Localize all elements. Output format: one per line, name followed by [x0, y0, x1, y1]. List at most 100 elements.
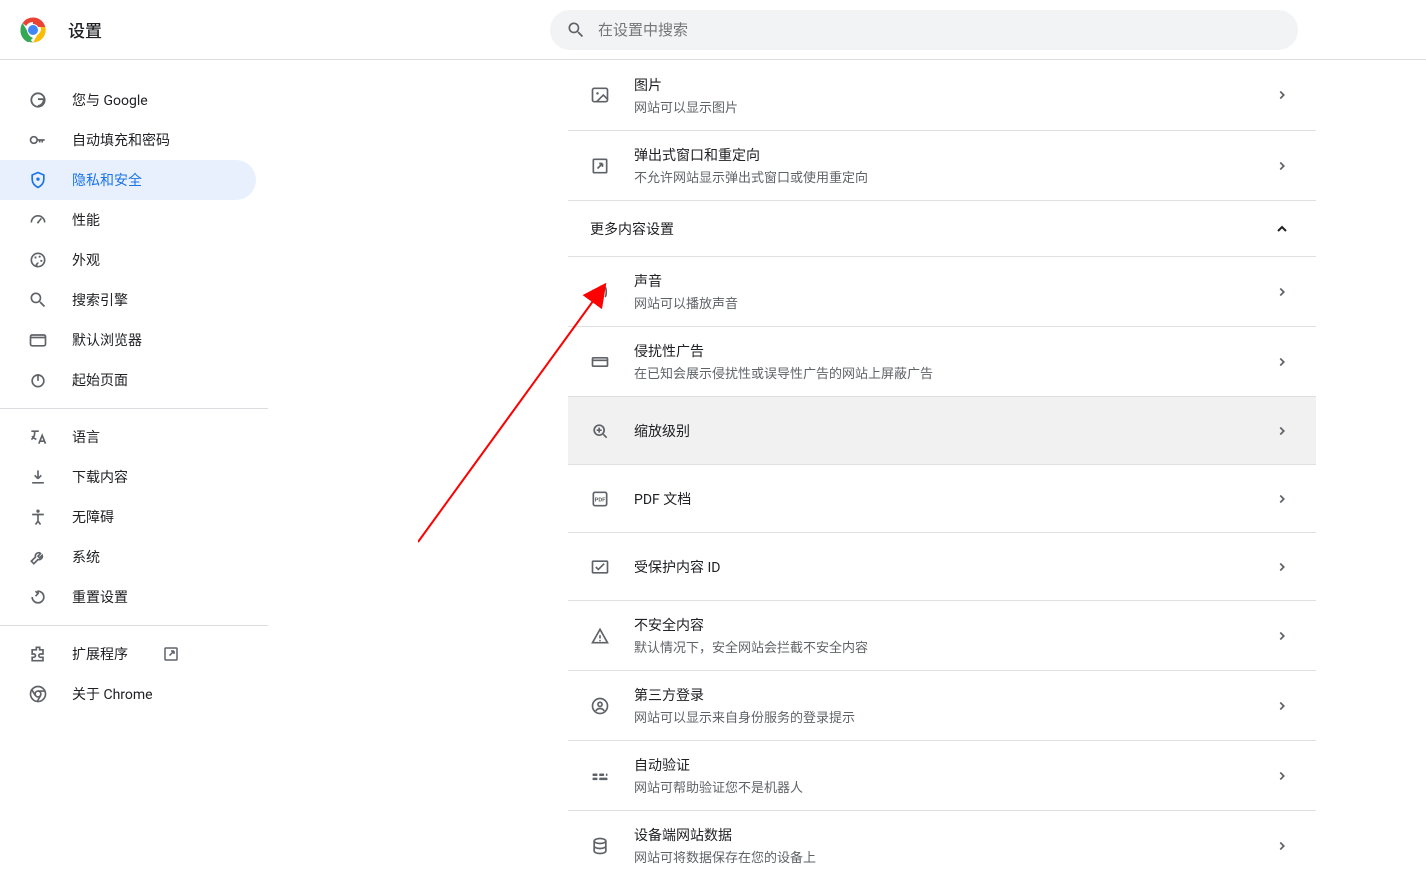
auto-verify-icon — [590, 766, 610, 786]
setting-row-protected-content[interactable]: 受保护内容 ID — [568, 532, 1316, 600]
power-icon — [28, 370, 48, 390]
sidebar-item-label: 重置设置 — [72, 587, 128, 607]
sidebar-item-reset[interactable]: 重置设置 — [0, 577, 256, 617]
sidebar-item-downloads[interactable]: 下载内容 — [0, 457, 256, 497]
setting-row-auto-verify[interactable]: 自动验证 网站可帮助验证您不是机器人 — [568, 740, 1316, 810]
chevron-right-icon — [1272, 421, 1292, 441]
sidebar-item-label: 您与 Google — [72, 90, 148, 110]
sidebar-item-performance[interactable]: 性能 — [0, 200, 256, 240]
row-title: 受保护内容 ID — [634, 557, 1248, 577]
sidebar-item-appearance[interactable]: 外观 — [0, 240, 256, 280]
warning-icon — [590, 626, 610, 646]
shield-icon — [28, 170, 48, 190]
palette-icon — [28, 250, 48, 270]
search-icon — [28, 290, 48, 310]
chevron-right-icon — [1272, 766, 1292, 786]
row-text: 自动验证 网站可帮助验证您不是机器人 — [634, 755, 1248, 796]
sidebar: 您与 Google 自动填充和密码 隐私和安全 性能 外观 搜索引擎 默认浏览器… — [0, 60, 268, 883]
chevron-right-icon — [1272, 489, 1292, 509]
browser-tab-icon — [28, 330, 48, 350]
setting-row-zoom-levels[interactable]: 缩放级别 — [568, 396, 1316, 464]
wrench-icon — [28, 547, 48, 567]
sidebar-item-label: 外观 — [72, 250, 100, 270]
setting-row-pdf[interactable]: PDF 文档 — [568, 464, 1316, 532]
sidebar-item-extensions[interactable]: 扩展程序 — [0, 634, 256, 674]
row-title: 声音 — [634, 271, 1248, 291]
row-subtitle: 网站可以显示来自身份服务的登录提示 — [634, 707, 1248, 726]
row-subtitle: 在已知会展示侵扰性或误导性广告的网站上屏蔽广告 — [634, 363, 1248, 382]
zoom-icon — [590, 421, 610, 441]
chevron-right-icon — [1272, 626, 1292, 646]
search-box[interactable] — [550, 10, 1298, 50]
chevron-right-icon — [1272, 836, 1292, 856]
sidebar-item-you-and-google[interactable]: 您与 Google — [0, 80, 256, 120]
setting-row-popups[interactable]: 弹出式窗口和重定向 不允许网站显示弹出式窗口或使用重定向 — [568, 130, 1316, 200]
row-title: 自动验证 — [634, 755, 1248, 775]
row-text: 声音 网站可以播放声音 — [634, 271, 1248, 312]
sidebar-item-label: 下载内容 — [72, 467, 128, 487]
sidebar-item-default-browser[interactable]: 默认浏览器 — [0, 320, 256, 360]
sidebar-item-label: 自动填充和密码 — [72, 130, 170, 150]
row-text: 受保护内容 ID — [634, 557, 1248, 577]
sidebar-item-system[interactable]: 系统 — [0, 537, 256, 577]
main-content: 图片 网站可以显示图片 弹出式窗口和重定向 不允许网站显示弹出式窗口或使用重定向… — [268, 60, 1426, 883]
search-input[interactable] — [598, 21, 1282, 39]
row-title: PDF 文档 — [634, 489, 1248, 509]
row-text: 缩放级别 — [634, 421, 1248, 441]
sidebar-item-label: 扩展程序 — [72, 644, 128, 664]
setting-row-sound[interactable]: 声音 网站可以播放声音 — [568, 256, 1316, 326]
language-icon — [28, 427, 48, 447]
setting-row-images[interactable]: 图片 网站可以显示图片 — [568, 60, 1316, 130]
sidebar-item-label: 默认浏览器 — [72, 330, 142, 350]
sidebar-item-on-startup[interactable]: 起始页面 — [0, 360, 256, 400]
sidebar-item-about-chrome[interactable]: 关于 Chrome — [0, 674, 256, 714]
row-text: 侵扰性广告 在已知会展示侵扰性或误导性广告的网站上屏蔽广告 — [634, 341, 1248, 382]
row-text: 不安全内容 默认情况下，安全网站会拦截不安全内容 — [634, 615, 1248, 656]
pdf-icon — [590, 489, 610, 509]
image-icon — [590, 85, 610, 105]
row-title: 不安全内容 — [634, 615, 1248, 635]
sidebar-item-languages[interactable]: 语言 — [0, 417, 256, 457]
sidebar-divider — [0, 625, 268, 626]
popup-icon — [590, 156, 610, 176]
sidebar-item-privacy[interactable]: 隐私和安全 — [0, 160, 256, 200]
row-subtitle: 网站可将数据保存在您的设备上 — [634, 847, 1248, 866]
row-text: 弹出式窗口和重定向 不允许网站显示弹出式窗口或使用重定向 — [634, 145, 1248, 186]
section-more-content-settings[interactable]: 更多内容设置 — [568, 200, 1316, 256]
chevron-right-icon — [1272, 282, 1292, 302]
open-external-icon — [162, 645, 180, 663]
chevron-up-icon — [1272, 219, 1292, 239]
sidebar-item-label: 关于 Chrome — [72, 684, 153, 704]
settings-panel: 图片 网站可以显示图片 弹出式窗口和重定向 不允许网站显示弹出式窗口或使用重定向… — [568, 60, 1316, 880]
setting-row-insecure-content[interactable]: 不安全内容 默认情况下，安全网站会拦截不安全内容 — [568, 600, 1316, 670]
search-icon — [566, 20, 586, 40]
setting-row-third-party-signin[interactable]: 第三方登录 网站可以显示来自身份服务的登录提示 — [568, 670, 1316, 740]
sidebar-item-accessibility[interactable]: 无障碍 — [0, 497, 256, 537]
row-title: 设备端网站数据 — [634, 825, 1248, 845]
row-subtitle: 网站可以显示图片 — [634, 97, 1248, 116]
setting-row-intrusive-ads[interactable]: 侵扰性广告 在已知会展示侵扰性或误导性广告的网站上屏蔽广告 — [568, 326, 1316, 396]
sidebar-item-label: 隐私和安全 — [72, 170, 142, 190]
row-text: PDF 文档 — [634, 489, 1248, 509]
page-title: 设置 — [68, 17, 102, 42]
sound-icon — [590, 282, 610, 302]
sidebar-item-label: 性能 — [72, 210, 100, 230]
chevron-right-icon — [1272, 696, 1292, 716]
sidebar-item-search-engine[interactable]: 搜索引擎 — [0, 280, 256, 320]
setting-row-device-site-data[interactable]: 设备端网站数据 网站可将数据保存在您的设备上 — [568, 810, 1316, 880]
sidebar-item-label: 起始页面 — [72, 370, 128, 390]
header: 设置 — [0, 0, 1426, 60]
chevron-right-icon — [1272, 557, 1292, 577]
row-subtitle: 网站可帮助验证您不是机器人 — [634, 777, 1248, 796]
reset-icon — [28, 587, 48, 607]
accessibility-icon — [28, 507, 48, 527]
sidebar-item-label: 搜索引擎 — [72, 290, 128, 310]
download-icon — [28, 467, 48, 487]
chrome-outline-icon — [28, 684, 48, 704]
row-text: 图片 网站可以显示图片 — [634, 75, 1248, 116]
row-title: 图片 — [634, 75, 1248, 95]
sidebar-item-autofill[interactable]: 自动填充和密码 — [0, 120, 256, 160]
chrome-logo-icon — [20, 17, 46, 43]
row-title: 弹出式窗口和重定向 — [634, 145, 1248, 165]
chevron-right-icon — [1272, 352, 1292, 372]
